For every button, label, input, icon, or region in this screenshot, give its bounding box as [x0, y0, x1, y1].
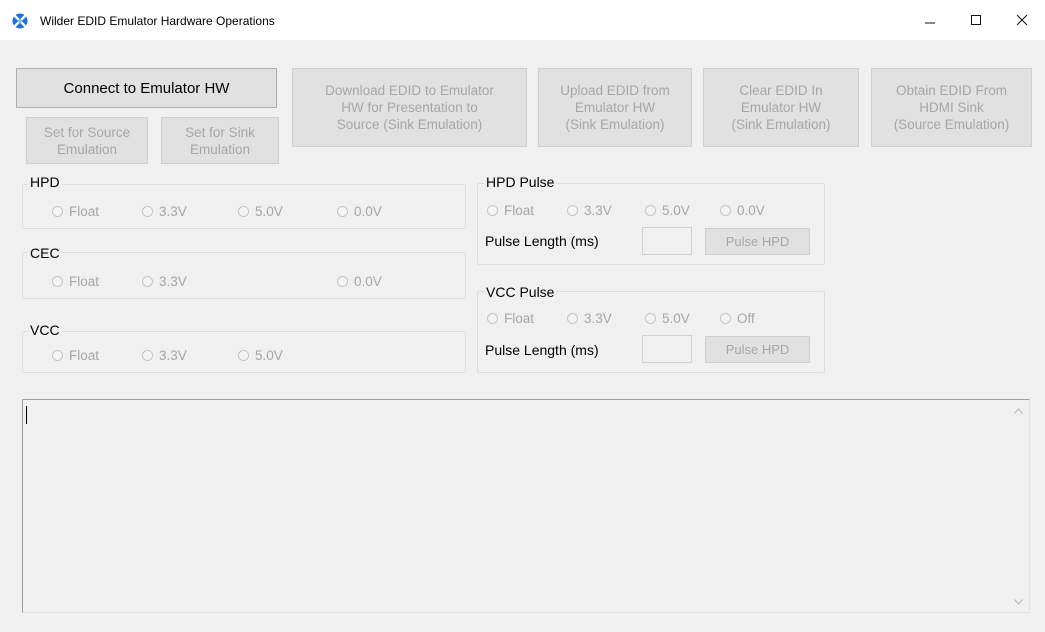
vcc-pulse-off-radio[interactable]: Off: [720, 311, 755, 326]
radio-circle: [337, 276, 348, 287]
hpd-pulse-0v0-radio[interactable]: 0.0V: [720, 203, 765, 218]
vcc-pulse-float-radio[interactable]: Float: [487, 311, 534, 326]
maximize-button[interactable]: [953, 0, 999, 40]
radio-circle: [52, 276, 63, 287]
hpd-pulse-3v3-radio[interactable]: 3.3V: [567, 203, 612, 218]
hpd-pulse-length-input[interactable]: [642, 227, 692, 255]
maximize-icon: [970, 14, 982, 26]
text-caret: [26, 406, 27, 424]
radio-circle: [238, 206, 249, 217]
hpd-pulse-length-label: Pulse Length (ms): [485, 233, 599, 249]
radio-circle: [720, 205, 731, 216]
vcc-pulse-length-label: Pulse Length (ms): [485, 342, 599, 358]
hpd-3v3-radio[interactable]: 3.3V: [142, 204, 187, 219]
hpd-pulse-legend: HPD Pulse: [484, 174, 557, 190]
vcc-pulse-5v0-radio[interactable]: 5.0V: [645, 311, 690, 326]
log-textbox[interactable]: [22, 399, 1030, 613]
hpd-legend: HPD: [28, 174, 62, 190]
obtain-edid-button[interactable]: Obtain EDID From HDMI Sink (Source Emula…: [871, 68, 1032, 147]
hpd-pulse-5v0-radio[interactable]: 5.0V: [645, 203, 690, 218]
vcc-pulse-3v3-radio[interactable]: 3.3V: [567, 311, 612, 326]
clear-edid-button[interactable]: Clear EDID In Emulator HW (Sink Emulatio…: [703, 68, 859, 147]
set-sink-emulation-button[interactable]: Set for Sink Emulation: [161, 117, 279, 164]
app-logo-icon: [12, 13, 28, 29]
minimize-icon: [924, 14, 936, 26]
cec-legend: CEC: [28, 245, 62, 261]
radio-circle: [337, 206, 348, 217]
radio-circle: [142, 350, 153, 361]
vcc-pulse-legend: VCC Pulse: [484, 284, 557, 300]
close-icon: [1016, 14, 1028, 26]
radio-circle: [52, 206, 63, 217]
window-title: Wilder EDID Emulator Hardware Operations: [40, 14, 275, 28]
vcc-float-radio[interactable]: Float: [52, 348, 99, 363]
set-source-emulation-button[interactable]: Set for Source Emulation: [26, 117, 148, 164]
vcc-pulse-button[interactable]: Pulse HPD: [705, 336, 810, 363]
upload-edid-button[interactable]: Upload EDID from Emulator HW (Sink Emula…: [538, 68, 692, 147]
title-bar: Wilder EDID Emulator Hardware Operations: [0, 0, 1045, 40]
vcc-legend: VCC: [28, 322, 62, 338]
minimize-button[interactable]: [907, 0, 953, 40]
radio-circle: [142, 206, 153, 217]
hpd-pulse-button[interactable]: Pulse HPD: [705, 228, 810, 255]
close-button[interactable]: [999, 0, 1045, 40]
scroll-up-arrow-icon[interactable]: [1014, 406, 1023, 417]
radio-circle: [645, 313, 656, 324]
hpd-pulse-float-radio[interactable]: Float: [487, 203, 534, 218]
hpd-float-radio[interactable]: Float: [52, 204, 99, 219]
radio-circle: [142, 276, 153, 287]
cec-float-radio[interactable]: Float: [52, 274, 99, 289]
download-edid-button[interactable]: Download EDID to Emulator HW for Present…: [292, 68, 527, 147]
vcc-5v0-radio[interactable]: 5.0V: [238, 348, 283, 363]
radio-circle: [52, 350, 63, 361]
vcc-3v3-radio[interactable]: 3.3V: [142, 348, 187, 363]
hpd-5v0-radio[interactable]: 5.0V: [238, 204, 283, 219]
radio-circle: [487, 313, 498, 324]
hpd-0v0-radio[interactable]: 0.0V: [337, 204, 382, 219]
radio-circle: [567, 205, 578, 216]
connect-emulator-button[interactable]: Connect to Emulator HW: [16, 68, 277, 108]
radio-circle: [487, 205, 498, 216]
cec-3v3-radio[interactable]: 3.3V: [142, 274, 187, 289]
scroll-down-arrow-icon[interactable]: [1014, 597, 1023, 608]
cec-0v0-radio[interactable]: 0.0V: [337, 274, 382, 289]
radio-circle: [238, 350, 249, 361]
radio-circle: [645, 205, 656, 216]
radio-circle: [720, 313, 731, 324]
radio-circle: [567, 313, 578, 324]
vcc-pulse-length-input[interactable]: [642, 335, 692, 363]
